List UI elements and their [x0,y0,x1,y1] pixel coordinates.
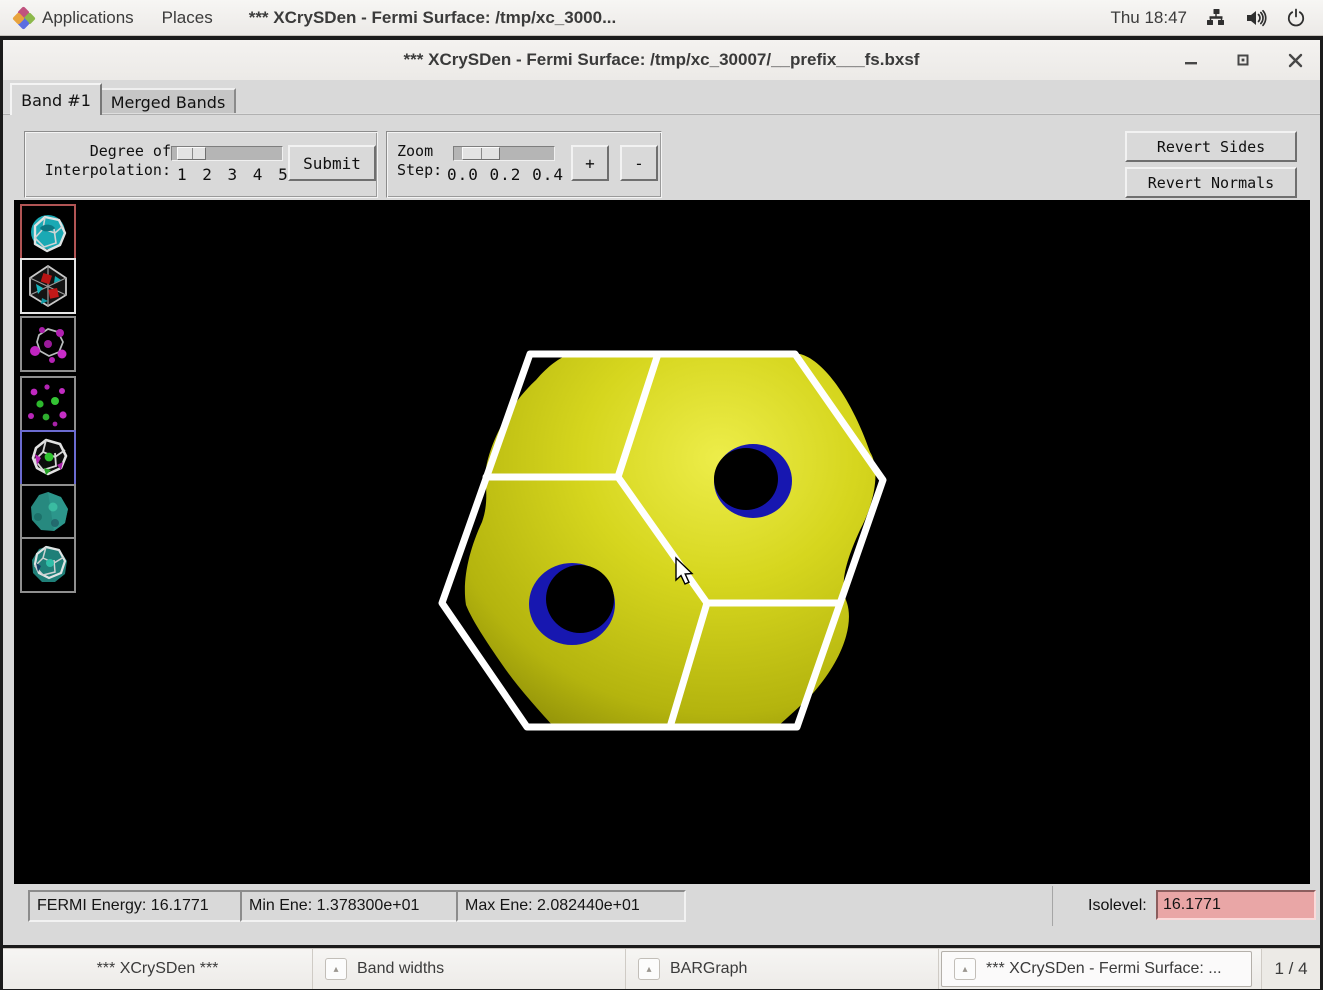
applications-menu[interactable]: Applications [0,0,148,35]
tab-merged-bands[interactable]: Merged Bands [100,88,236,115]
revert-normals-button[interactable]: Revert Normals [1125,167,1297,198]
submit-button[interactable]: Submit [288,145,376,181]
places-menu[interactable]: Places [148,0,227,35]
window-icon: ▴ [638,958,660,980]
zoom-step-slider-handle[interactable] [462,147,500,160]
maximize-button[interactable] [1232,49,1254,71]
desktop-top-panel: Applications Places *** XCrySDen - Fermi… [0,0,1323,36]
tab-pane-edge [3,113,1320,115]
zoom-step-slider[interactable] [453,146,555,161]
volume-icon[interactable] [1245,7,1267,29]
close-button[interactable] [1284,49,1306,71]
window-icon: ▴ [954,958,976,980]
isolevel-input[interactable] [1163,896,1293,914]
xcrysden-fermi-window: Band #1 Merged Bands Degree ofInterpolat… [3,80,1320,945]
isolevel-label: Isolevel: [1088,896,1147,915]
neck-hole-upper [714,444,792,518]
zoom-step-ticks: 0.0 0.2 0.4 [447,165,564,184]
applications-menu-icon [14,8,34,28]
window-icon: ▴ [325,958,347,980]
fermi-surface-viewport[interactable] [14,200,1310,884]
interpolation-frame: Degree ofInterpolation: 1 2 3 4 5 6 Subm… [24,131,378,198]
zoom-out-button[interactable]: - [620,145,658,181]
interpolation-slider[interactable] [171,146,283,161]
task-xcrysden-main[interactable]: *** XCrySDen *** [3,949,313,989]
window-titlebar[interactable]: *** XCrySDen - Fermi Surface: /tmp/xc_30… [3,40,1320,81]
max-energy-status: Max Ene: 2.082440e+01 [456,890,686,922]
zoom-in-button[interactable]: + [571,145,609,181]
neck-hole-lower [529,563,615,645]
min-energy-status: Min Ene: 1.378300e+01 [240,890,468,922]
places-menu-label: Places [162,8,213,28]
fermi-energy-status: FERMI Energy: 16.1771 [28,890,251,922]
workspace-pager[interactable]: 1 / 4 [1261,949,1320,989]
network-icon[interactable] [1205,7,1227,29]
zoom-step-frame: ZoomStep: 0.0 0.2 0.4 + - [386,131,662,198]
task-fermi-surface[interactable]: ▴ *** XCrySDen - Fermi Surface: ... [941,951,1252,987]
clock-label[interactable]: Thu 18:47 [1110,8,1187,28]
task-band-widths[interactable]: ▴ Band widths [313,949,626,989]
applications-menu-label: Applications [42,8,134,28]
brillouin-zone-render [14,200,1310,884]
interpolation-label: Degree ofInterpolation: [33,142,171,180]
desktop-taskbar: *** XCrySDen *** ▴ Band widths ▴ BARGrap… [3,948,1320,989]
tab-band-1[interactable]: Band #1 [10,83,102,115]
active-window-menu[interactable]: *** XCrySDen - Fermi Surface: /tmp/xc_30… [227,0,631,35]
revert-sides-button[interactable]: Revert Sides [1125,131,1297,162]
tab-merged-bands-label: Merged Bands [111,93,226,112]
minimize-button[interactable] [1180,49,1202,71]
power-icon[interactable] [1285,7,1307,29]
interpolation-slider-handle[interactable] [177,147,206,160]
zoom-step-label: ZoomStep: [397,142,449,180]
desktop-screen: Applications Places *** XCrySDen - Fermi… [0,0,1323,990]
status-divider [1052,886,1054,926]
task-bargraph[interactable]: ▴ BARGraph [626,949,939,989]
tab-band-1-label: Band #1 [21,91,91,110]
window-title: *** XCrySDen - Fermi Surface: /tmp/xc_30… [404,50,920,70]
active-window-title-label: *** XCrySDen - Fermi Surface: /tmp/xc_30… [249,8,617,28]
isolevel-entry[interactable] [1156,890,1316,920]
